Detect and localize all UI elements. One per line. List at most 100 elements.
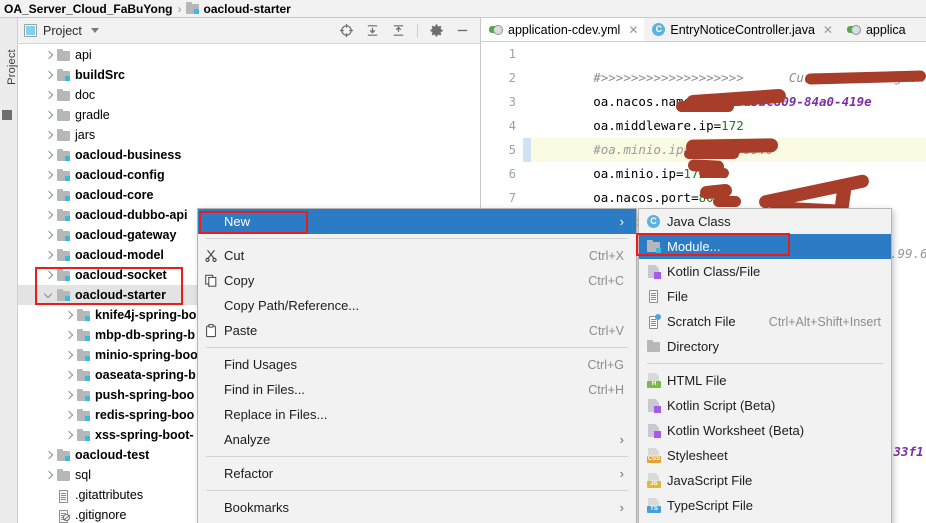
chevron-right-icon[interactable] (44, 231, 53, 240)
breadcrumb-module-name[interactable]: oacloud-starter (203, 2, 290, 16)
new-submenu-item-scratch-file[interactable]: Scratch File Ctrl+Alt+Shift+Insert (639, 309, 891, 334)
context-menu-item-copy-path-reference[interactable]: Copy Path/Reference... (198, 293, 636, 318)
context-menu-item-bookmarks[interactable]: Bookmarks › (198, 495, 636, 520)
editor-tab-2[interactable]: applica (839, 18, 912, 41)
tree-node-label: oacloud-starter (75, 288, 166, 302)
chevron-down-icon[interactable] (44, 291, 53, 300)
tree-node-oacloud-core[interactable]: oacloud-core (18, 185, 480, 205)
new-submenu-item-kotlin-worksheet-beta[interactable]: Kotlin Worksheet (Beta) (639, 418, 891, 443)
chevron-right-icon[interactable] (44, 471, 53, 480)
code-fragment-right-1: .99.6 (890, 246, 926, 261)
close-icon[interactable]: ✕ (628, 23, 638, 37)
context-menu-item-replace-in-files[interactable]: Replace in Files... (198, 402, 636, 427)
tree-node-gradle[interactable]: gradle (18, 105, 480, 125)
context-menu[interactable]: New › Cut Ctrl+X Copy Ctrl+C Copy Path/Referen… (197, 208, 637, 523)
gear-icon[interactable] (429, 23, 444, 38)
new-submenu-item-kotlin-class-file[interactable]: Kotlin Class/File (639, 259, 891, 284)
module-folder-icon (56, 169, 70, 181)
module-folder-icon (56, 289, 70, 301)
new-submenu-item-file[interactable]: File (639, 284, 891, 309)
locate-icon[interactable] (339, 23, 354, 38)
new-submenu-item-stylesheet[interactable]: CSS Stylesheet (639, 443, 891, 468)
chevron-right-icon[interactable] (64, 411, 73, 420)
tree-node-oacloud-business[interactable]: oacloud-business (18, 145, 480, 165)
tree-node-buildsrc[interactable]: buildSrc (18, 65, 480, 85)
new-submenu-item-module[interactable]: Module... (639, 234, 891, 259)
context-menu-item-cut[interactable]: Cut Ctrl+X (198, 243, 636, 268)
new-submenu-item-label: Java Class (667, 214, 731, 229)
chevron-right-icon[interactable] (64, 391, 73, 400)
chevron-right-icon[interactable] (44, 171, 53, 180)
context-menu-item-label: New (224, 214, 251, 229)
new-submenu-item-html-file[interactable]: H HTML File (639, 368, 891, 393)
chevron-right-icon[interactable] (64, 371, 73, 380)
context-menu-item-find-in-files[interactable]: Find in Files... Ctrl+H (198, 377, 636, 402)
chevron-right-icon[interactable] (44, 211, 53, 220)
tree-node-label: oacloud-business (75, 148, 182, 162)
chevron-right-icon[interactable] (44, 251, 53, 260)
line-number: 2 (508, 71, 516, 85)
editor-tab-label: EntryNoticeController.java (670, 22, 815, 37)
new-submenu-item-javascript-file[interactable]: JS JavaScript File (639, 468, 891, 493)
chevron-right-icon[interactable] (64, 351, 73, 360)
hide-icon[interactable] (455, 23, 470, 38)
chevron-down-icon[interactable] (90, 28, 99, 33)
chevron-right-icon[interactable] (44, 451, 53, 460)
collapse-all-icon[interactable] (391, 23, 406, 38)
new-submenu-item-kotlin-script-beta[interactable]: Kotlin Script (Beta) (639, 393, 891, 418)
context-menu-item-analyze[interactable]: Analyze › (198, 427, 636, 452)
chevron-right-icon[interactable] (44, 71, 53, 80)
js-file-icon: JS (646, 473, 661, 488)
chevron-right-icon[interactable] (44, 51, 53, 60)
menu-separator (206, 490, 628, 491)
editor-tab-0[interactable]: application-cdev.yml ✕ (481, 18, 645, 41)
chevron-right-icon[interactable] (44, 151, 53, 160)
context-menu-item-new[interactable]: New › (198, 209, 636, 234)
tree-node-oacloud-config[interactable]: oacloud-config (18, 165, 480, 185)
context-menu-item-paste[interactable]: Paste Ctrl+V (198, 318, 636, 343)
tree-node-label: oacloud-dubbo-api (75, 208, 188, 222)
chevron-right-icon[interactable] (44, 131, 53, 140)
chevron-right-icon[interactable] (44, 91, 53, 100)
module-folder-icon (76, 309, 90, 321)
module-folder-icon (56, 209, 70, 221)
chevron-right-icon[interactable] (44, 111, 53, 120)
editor-tab-bar: application-cdev.yml ✕ C EntryNoticeControl… (481, 18, 926, 42)
new-submenu-item-java-class[interactable]: C Java Class (639, 209, 891, 234)
context-menu-item-find-usages[interactable]: Find Usages Ctrl+G (198, 352, 636, 377)
tree-node-label: gradle (75, 108, 110, 122)
editor-tab-1[interactable]: C EntryNoticeController.java ✕ (644, 18, 839, 41)
close-icon[interactable]: ✕ (823, 23, 833, 37)
new-submenu-item-package-json-file[interactable]: JSpackage.json File (639, 518, 891, 523)
chevron-right-icon[interactable] (44, 271, 53, 280)
context-menu-item-refactor[interactable]: Refactor › (198, 461, 636, 486)
chevron-right-icon[interactable] (64, 331, 73, 340)
context-menu-item-label: Cut (224, 248, 245, 263)
java-class-icon: C (646, 214, 661, 229)
tree-node-doc[interactable]: doc (18, 85, 480, 105)
line-number: 7 (508, 191, 516, 205)
new-submenu-item-typescript-file[interactable]: TS TypeScript File (639, 493, 891, 518)
new-submenu-item-label: JavaScript File (667, 473, 753, 488)
project-panel-header: Project (18, 18, 480, 44)
breadcrumb: OA_Server_Cloud_FaBuYong › oacloud-start… (0, 0, 926, 18)
tree-node-api[interactable]: api (18, 45, 480, 65)
breadcrumb-project-name[interactable]: OA_Server_Cloud_FaBuYong (4, 2, 172, 16)
chevron-right-icon[interactable] (64, 431, 73, 440)
ide-window: OA_Server_Cloud_FaBuYong › oacloud-start… (0, 0, 926, 523)
new-submenu[interactable]: C Java Class Module... Kotlin Class/File Fil… (638, 208, 892, 523)
new-submenu-item-directory[interactable]: Directory (639, 334, 891, 359)
expand-all-icon[interactable] (365, 23, 380, 38)
file-icon (56, 489, 70, 503)
chevron-right-icon[interactable] (44, 191, 53, 200)
chevron-right-icon[interactable] (64, 311, 73, 320)
context-menu-item-label: Paste (224, 323, 258, 338)
chevron-right-icon: › (619, 432, 624, 447)
context-menu-item-copy[interactable]: Copy Ctrl+C (198, 268, 636, 293)
kotlin-class-icon (646, 264, 661, 279)
menu-separator (206, 347, 628, 348)
tree-node-jars[interactable]: jars (18, 125, 480, 145)
tree-node-label: push-spring-boo (95, 388, 195, 402)
directory-icon (646, 339, 661, 354)
